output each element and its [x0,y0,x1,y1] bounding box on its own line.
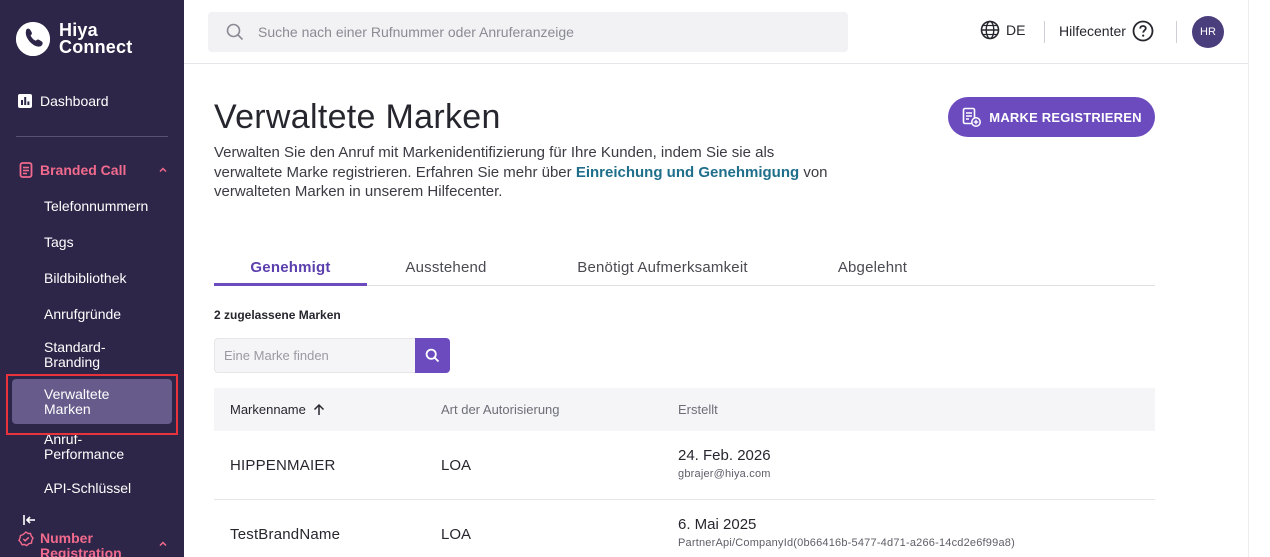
top-bar: DE Hilfecenter HR [184,0,1248,64]
brand-name-cell: TestBrandName [230,526,341,543]
table-row[interactable]: TestBrandName LOA 6. Mai 2025 PartnerApi… [214,500,1155,557]
sidebar-section-branded-call[interactable]: Branded Call [18,162,170,178]
sidebar-item-tags[interactable]: Tags [44,235,164,250]
created-date-cell: 6. Mai 2025 [678,516,757,533]
help-center-link[interactable]: Hilfecenter [1059,20,1154,42]
brand-name-cell: HIPPENMAIER [230,457,336,474]
submission-approval-link[interactable]: Einreichung und Genehmigung [576,164,799,181]
phone-list-icon [19,162,33,178]
authorization-type-cell: LOA [441,526,472,543]
search-icon [425,348,440,363]
question-circle-icon [1132,20,1154,42]
brands-table: Markenname Art der Autorisierung Erstell… [214,388,1155,557]
global-search-input[interactable] [258,24,818,40]
created-by-cell: PartnerApi/CompanyId(0b66416b-5477-4d71-… [678,537,1015,549]
chevron-up-icon [159,541,167,547]
sidebar-divider [16,136,168,137]
intro-text: Verwalten Sie den Anruf mit Markenidenti… [214,143,834,202]
brand-search [214,338,450,373]
created-by-cell: gbrajer@hiya.com [678,468,771,480]
column-header-erstellt: Erstellt [678,402,718,417]
sidebar-item-anrufgruende[interactable]: Anrufgründe [44,307,164,322]
hiya-logo-icon [16,22,50,56]
register-brand-button[interactable]: MARKE REGISTRIEREN [948,97,1155,137]
sidebar-section-number-registration[interactable]: Number Registration [18,531,170,557]
logo-line-2: Connect [59,37,133,57]
sidebar-item-verwaltete-marken[interactable]: Verwaltete Marken [12,379,172,424]
sidebar-item-telefonnummern[interactable]: Telefonnummern [44,199,164,214]
topbar-divider [1176,21,1177,43]
sidebar-item-dashboard[interactable]: Dashboard [18,93,109,109]
sidebar-item-anruf-performance[interactable]: Anruf-Performance [44,432,134,462]
globe-icon [980,20,1000,40]
search-icon [226,23,244,41]
table-row[interactable]: HIPPENMAIER LOA 24. Feb. 2026 gbrajer@hi… [214,431,1155,500]
logo-text: Hiya Connect [59,21,133,57]
column-header-markenname[interactable]: Markenname [230,402,325,417]
approved-brands-count: 2 zugelassene Marken [214,308,341,322]
sidebar-item-label: Dashboard [40,93,109,109]
brand-search-button[interactable] [415,338,450,373]
created-date-cell: 24. Feb. 2026 [678,447,771,464]
sidebar: Hiya Connect Dashboard Branded Call Tele… [0,0,184,557]
chevron-up-icon [159,167,167,173]
sidebar-item-standard-branding[interactable]: Standard-Branding [44,340,134,370]
tab-benoetigt-aufmerksamkeit[interactable]: Benötigt Aufmerksamkeit [550,250,775,286]
register-brand-button-label: MARKE REGISTRIEREN [989,109,1142,125]
brand-search-input[interactable] [214,338,415,373]
arrow-up-icon [313,403,324,415]
sidebar-item-bildbibliothek[interactable]: Bildbibliothek [44,271,164,286]
help-center-label: Hilfecenter [1059,23,1126,39]
document-add-icon [962,107,982,127]
table-header: Markenname Art der Autorisierung Erstell… [214,388,1155,431]
language-selector[interactable]: DE [980,20,1025,40]
status-tabs: Genehmigt Ausstehend Benötigt Aufmerksam… [214,250,1155,286]
page-title: Verwaltete Marken [214,98,501,136]
badge-check-icon [18,531,34,547]
bar-chart-icon [18,94,32,108]
page-scroll-edge [1248,0,1270,557]
authorization-type-cell: LOA [441,457,472,474]
topbar-divider [1044,21,1045,43]
collapse-sidebar-icon[interactable] [22,513,38,527]
tab-ausstehend[interactable]: Ausstehend [383,250,509,286]
logo[interactable]: Hiya Connect [16,21,133,57]
column-header-art-der-autorisierung: Art der Autorisierung [441,402,560,417]
tab-genehmigt[interactable]: Genehmigt [214,250,367,286]
sidebar-item-api-schluessel[interactable]: API-Schlüssel [44,481,164,496]
tab-abgelehnt[interactable]: Abgelehnt [814,250,931,286]
sidebar-section-label: Number Registration [40,530,122,557]
global-search [208,12,848,52]
sidebar-section-label: Branded Call [40,162,127,178]
sidebar-item-label: Verwaltete Marken [44,386,110,417]
language-label: DE [1006,22,1026,38]
column-header-label: Markenname [230,402,306,417]
avatar[interactable]: HR [1192,16,1224,48]
